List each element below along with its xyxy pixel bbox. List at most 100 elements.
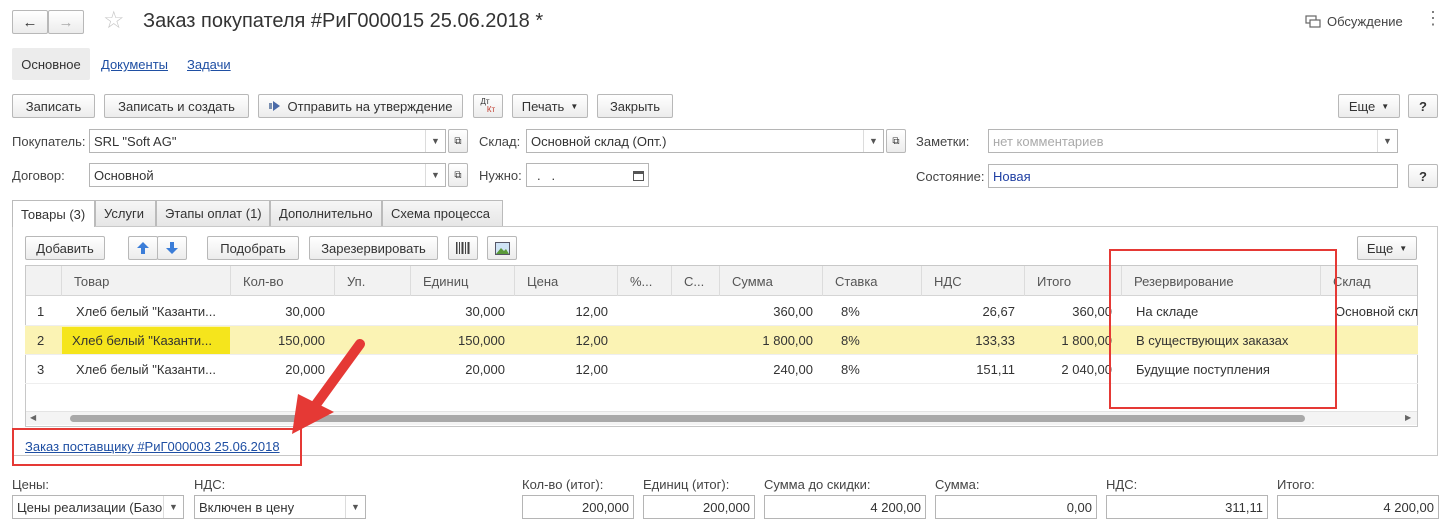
prices-field[interactable]: Цены реализации (Базо ▼ [12,495,184,519]
kt-label: Кт [486,105,496,114]
buyer-open-button[interactable]: ⧉ [448,129,468,153]
col-header-total[interactable]: Итого [1025,266,1122,296]
state-field[interactable]: Новая [988,164,1398,188]
warehouse-label: Склад: [479,134,521,149]
tab-process-scheme[interactable]: Схема процесса [382,200,503,226]
help-button[interactable]: ? [1408,94,1438,118]
notes-field[interactable]: нет комментариев ▼ [988,129,1398,153]
save-and-create-button[interactable]: Записать и создать [104,94,249,118]
section-documents[interactable]: Документы [101,57,168,72]
col-header-item[interactable]: Товар [62,266,231,296]
forward-button[interactable]: → [48,10,84,34]
save-button[interactable]: Записать [12,94,95,118]
warehouse-dropdown-icon[interactable]: ▼ [863,130,883,152]
buyer-dropdown-icon[interactable]: ▼ [425,130,445,152]
dt-kt-button[interactable]: Дт Кт [473,94,503,118]
cell-units: 150,000 [458,333,505,348]
arrow-right-icon: → [58,13,74,31]
warehouse-field[interactable]: Основной склад (Опт.) ▼ [526,129,884,153]
warehouse-open-button[interactable]: ⧉ [886,129,906,153]
barcode-button[interactable] [448,236,478,260]
arrow-left-icon: ← [22,13,38,31]
qty-total-value: 200,000 [582,499,629,515]
more-button[interactable]: Еще ▼ [1338,94,1400,118]
units-total-field: 200,000 [643,495,755,519]
cell-vat-rate: 8% [841,362,860,377]
buyer-label: Покупатель: [12,134,86,149]
move-down-button[interactable] [157,236,187,260]
vat-mode-dropdown-icon[interactable]: ▼ [345,496,365,518]
reservation-highlight-box [1109,249,1337,409]
cell-sum: 240,00 [773,362,813,377]
favorite-star-icon[interactable]: ☆ [103,9,125,33]
tab-services[interactable]: Услуги [95,200,156,226]
col-header-price[interactable]: Цена [515,266,618,296]
tab-payment-stages[interactable]: Этапы оплат (1) [156,200,270,226]
col-header-s[interactable]: С... [672,266,720,296]
pick-button[interactable]: Подобрать [207,236,299,260]
cell-item-selected[interactable]: Хлеб белый "Казанти... [62,327,230,354]
cell-units: 30,000 [465,304,505,319]
reserve-label: Зарезервировать [321,240,426,256]
window-menu-icon[interactable]: ⋮ [1424,9,1442,27]
sum-field: 0,00 [935,495,1097,519]
add-row-button[interactable]: Добавить [25,236,105,260]
need-date-field[interactable]: . . [526,163,649,187]
notes-dropdown-icon[interactable]: ▼ [1377,130,1397,152]
prices-value: Цены реализации (Базо [17,499,163,515]
notes-placeholder: нет комментариев [993,133,1104,149]
state-help-button[interactable]: ? [1408,164,1438,188]
close-button[interactable]: Закрыть [597,94,673,118]
col-header-vat[interactable]: НДС [922,266,1025,296]
image-icon [494,241,510,255]
notes-label: Заметки: [916,134,970,149]
col-header-vat-rate[interactable]: Ставка [823,266,922,296]
contract-dropdown-icon[interactable]: ▼ [425,164,445,186]
scroll-left-icon[interactable]: ◀ [30,413,36,422]
pre-discount-value: 4 200,00 [870,499,921,515]
section-main[interactable]: Основное [12,48,90,80]
units-total-label: Единиц (итог): [643,477,730,492]
send-approval-button[interactable]: Отправить на утверждение [258,94,463,118]
prices-dropdown-icon[interactable]: ▼ [163,496,183,518]
discussion-button[interactable]: Обсуждение [1305,14,1403,29]
page-title: Заказ покупателя #РиГ000015 25.06.2018 * [143,10,544,32]
tab-payment-stages-label: Этапы оплат (1) [165,206,262,221]
print-label: Печать [521,98,565,114]
cell-total: 2 040,00 [1061,362,1112,377]
table-more-button[interactable]: Еще ▼ [1357,236,1417,260]
state-help-label: ? [1419,168,1427,184]
reserve-button[interactable]: Зарезервировать [309,236,438,260]
col-header-units[interactable]: Единиц [411,266,515,296]
vat-total-field: 311,11 [1106,495,1268,519]
contract-field[interactable]: Основной ▼ [89,163,446,187]
cell-vat: 26,67 [982,304,1015,319]
grand-total-value: 4 200,00 [1383,499,1434,515]
cell-price: 12,00 [575,362,608,377]
vat-mode-label: НДС: [194,477,226,492]
col-header-number[interactable] [26,266,62,296]
discussion-icon [1305,14,1321,28]
print-button[interactable]: Печать ▼ [512,94,588,118]
vat-mode-field[interactable]: Включен в цену ▼ [194,495,366,519]
col-header-sum[interactable]: Сумма [720,266,823,296]
col-header-pack[interactable]: Уп. [335,266,411,296]
move-up-button[interactable] [128,236,158,260]
col-header-qty[interactable]: Кол-во [231,266,335,296]
tab-goods-label: Товары (3) [21,206,86,222]
back-button[interactable]: ← [12,10,48,34]
tab-process-scheme-label: Схема процесса [391,206,491,221]
section-tasks[interactable]: Задачи [187,57,231,72]
buyer-field[interactable]: SRL "Soft AG" ▼ [89,129,446,153]
col-header-discount-pct[interactable]: %... [618,266,672,296]
tab-additional[interactable]: Дополнительно [270,200,382,226]
contract-open-button[interactable]: ⧉ [448,163,468,187]
cell-number: 1 [37,304,45,319]
cell-sum: 1 800,00 [762,333,813,348]
calendar-icon[interactable] [628,164,648,186]
scroll-right-icon[interactable]: ▶ [1405,413,1411,422]
vat-total-label: НДС: [1106,477,1138,492]
tab-goods[interactable]: Товары (3) [12,200,95,227]
tab-services-label: Услуги [104,206,144,221]
image-button[interactable] [487,236,517,260]
